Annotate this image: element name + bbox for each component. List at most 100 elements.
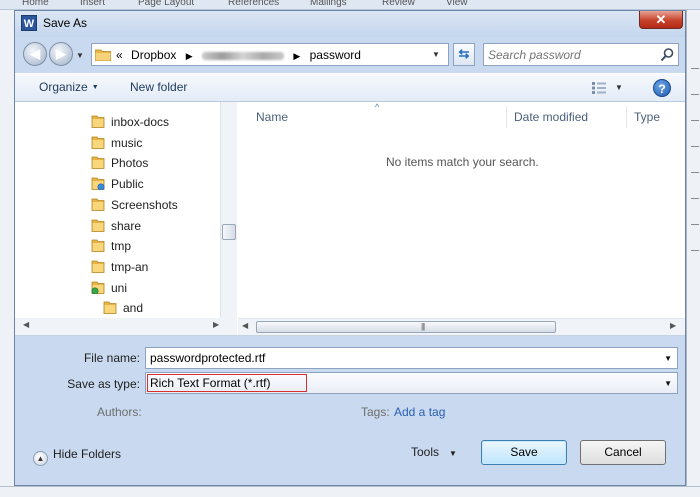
save-form: File name: passwordprotected.rtf ▼ Save … <box>15 337 685 427</box>
navigation-vertical-scrollbar[interactable] <box>220 102 237 324</box>
tree-item[interactable]: tmp <box>91 239 131 259</box>
cancel-button[interactable]: Cancel <box>580 440 666 465</box>
ribbon-tab-mailings[interactable]: Mailings <box>310 0 347 8</box>
search-icon[interactable] <box>660 47 675 62</box>
breadcrumb-separator-icon[interactable]: ▶ <box>293 51 300 61</box>
tree-item[interactable]: music <box>91 136 142 156</box>
scrollbar-thumb[interactable]: ||| <box>256 321 556 333</box>
tree-item-label: tmp <box>111 239 132 254</box>
column-header-type[interactable]: Type <box>634 102 660 128</box>
folder-icon <box>91 156 105 170</box>
breadcrumb-item-dropbox[interactable]: Dropbox <box>131 48 176 62</box>
scroll-left-icon[interactable]: ◀ <box>23 320 29 329</box>
breadcrumb-separator-icon[interactable]: ▶ <box>186 51 193 61</box>
tree-item[interactable]: uni <box>91 281 127 301</box>
dialog-footer: ▲ Hide Folders Tools ▼ Save Cancel <box>15 427 685 485</box>
tree-item-label: Screenshots <box>111 197 178 212</box>
word-ribbon: Home Insert Page Layout References Maili… <box>0 0 700 10</box>
help-button[interactable]: ? <box>653 79 671 97</box>
tree-item-label: inbox-docs <box>111 115 170 129</box>
ribbon-tab-insert[interactable]: Insert <box>80 0 105 8</box>
tools-menu[interactable]: Tools ▼ <box>411 445 457 459</box>
organize-label: Organize <box>39 80 88 94</box>
scroll-left-icon[interactable]: ◀ <box>242 321 248 330</box>
ribbon-tab-references[interactable]: References <box>228 0 279 8</box>
folder-shared-icon <box>91 177 105 191</box>
file-name-field[interactable]: passwordprotected.rtf ▼ <box>145 347 678 369</box>
tags-label: Tags: <box>361 405 390 419</box>
folder-icon <box>95 49 111 61</box>
save-button[interactable]: Save <box>481 440 567 465</box>
breadcrumb: « Dropbox ▶ ▶ password <box>116 48 361 62</box>
column-divider[interactable] <box>626 106 627 128</box>
save-as-type-select[interactable]: Rich Text Format (*.rtf) ▼ <box>145 372 678 394</box>
ribbon-tab-page-layout[interactable]: Page Layout <box>138 0 194 8</box>
file-name-value[interactable]: passwordprotected.rtf <box>150 351 265 365</box>
tree-item-label: and <box>123 301 144 316</box>
chevron-down-icon[interactable]: ▼ <box>664 354 672 363</box>
address-row: ◀ ▶ ▼ « Dropbox ▶ ▶ password ▼ ⇆ <box>15 37 685 71</box>
command-bar: Organize ▼ New folder ▼ ? <box>15 73 685 102</box>
tree-item[interactable]: Public <box>91 177 144 197</box>
organize-button[interactable]: Organize ▼ <box>39 80 99 94</box>
chevron-down-icon: ▼ <box>449 449 457 458</box>
file-name-label: File name: <box>83 351 140 365</box>
word-left-margin <box>0 10 14 497</box>
word-right-ruler <box>686 10 700 497</box>
view-options-dropdown-icon[interactable]: ▼ <box>615 83 623 92</box>
ribbon-tab-view[interactable]: View <box>446 0 468 8</box>
word-status-bar <box>0 486 700 497</box>
new-folder-button[interactable]: New folder <box>130 80 187 94</box>
tree-item[interactable]: share <box>91 219 141 239</box>
chevron-up-icon: ▲ <box>33 451 48 466</box>
file-list[interactable]: ^ Name Date modified Type No items match… <box>238 102 685 335</box>
address-bar[interactable]: « Dropbox ▶ ▶ password ▼ <box>91 43 449 66</box>
column-divider[interactable] <box>506 106 507 128</box>
browser-area: inbox-docs music Photos Public Screenshots sh… <box>15 102 685 336</box>
refresh-button[interactable]: ⇆ <box>453 43 475 66</box>
breadcrumb-overflow[interactable]: « <box>116 48 123 62</box>
tree-item-label: music <box>111 135 143 150</box>
folder-icon <box>91 115 105 128</box>
breadcrumb-item-password[interactable]: password <box>310 48 361 62</box>
screen: Home Insert Page Layout References Maili… <box>0 0 700 497</box>
back-button[interactable]: ◀ <box>23 42 47 66</box>
scrollbar-thumb[interactable] <box>222 224 236 240</box>
tree-item[interactable]: tmp-an <box>91 260 148 280</box>
navigation-pane[interactable]: inbox-docs music Photos Public Screenshots sh… <box>15 102 220 324</box>
tree-item[interactable]: Photos <box>91 156 148 176</box>
view-options-icon[interactable] <box>591 81 607 95</box>
chevron-down-icon: ▼ <box>91 84 99 92</box>
tree-item-label: uni <box>111 280 128 295</box>
empty-list-message: No items match your search. <box>386 155 539 169</box>
folder-icon <box>91 239 105 253</box>
chevron-down-icon[interactable]: ▼ <box>664 379 672 388</box>
forward-button[interactable]: ▶ <box>49 42 73 66</box>
close-button[interactable]: ✕ <box>639 11 683 29</box>
tools-label: Tools <box>411 445 440 459</box>
column-header-date-modified[interactable]: Date modified <box>514 102 588 128</box>
save-as-type-value[interactable]: Rich Text Format (*.rtf) <box>150 376 270 390</box>
search-input[interactable] <box>488 47 654 62</box>
hide-folders-button[interactable]: ▲ Hide Folders <box>33 447 121 466</box>
ribbon-tab-home[interactable]: Home <box>22 0 49 8</box>
tree-item[interactable]: Screenshots <box>91 198 178 218</box>
file-list-horizontal-scrollbar[interactable]: ◀ ||| ▶ <box>238 318 685 335</box>
tree-item-label: share <box>111 218 142 233</box>
folder-icon <box>91 136 105 149</box>
scroll-right-icon[interactable]: ▶ <box>670 321 676 330</box>
tree-item-label: tmp-an <box>111 259 149 274</box>
address-dropdown-icon[interactable]: ▼ <box>432 50 440 59</box>
scroll-right-icon[interactable]: ▶ <box>213 320 219 329</box>
redacted-path-segment <box>202 51 284 60</box>
add-tag-link[interactable]: Add a tag <box>394 405 445 419</box>
column-header-name[interactable]: Name <box>256 102 288 128</box>
dialog-titlebar: W Save As ✕ <box>15 11 685 37</box>
ribbon-tab-review[interactable]: Review <box>382 0 415 8</box>
search-box[interactable] <box>483 43 679 66</box>
recent-locations-dropdown[interactable]: ▼ <box>76 51 84 60</box>
folder-icon <box>91 219 105 232</box>
navigation-horizontal-scrollbar[interactable]: ◀ ▶ <box>15 318 237 335</box>
folder-synced-icon <box>91 281 105 294</box>
tree-item[interactable]: inbox-docs <box>91 115 169 135</box>
